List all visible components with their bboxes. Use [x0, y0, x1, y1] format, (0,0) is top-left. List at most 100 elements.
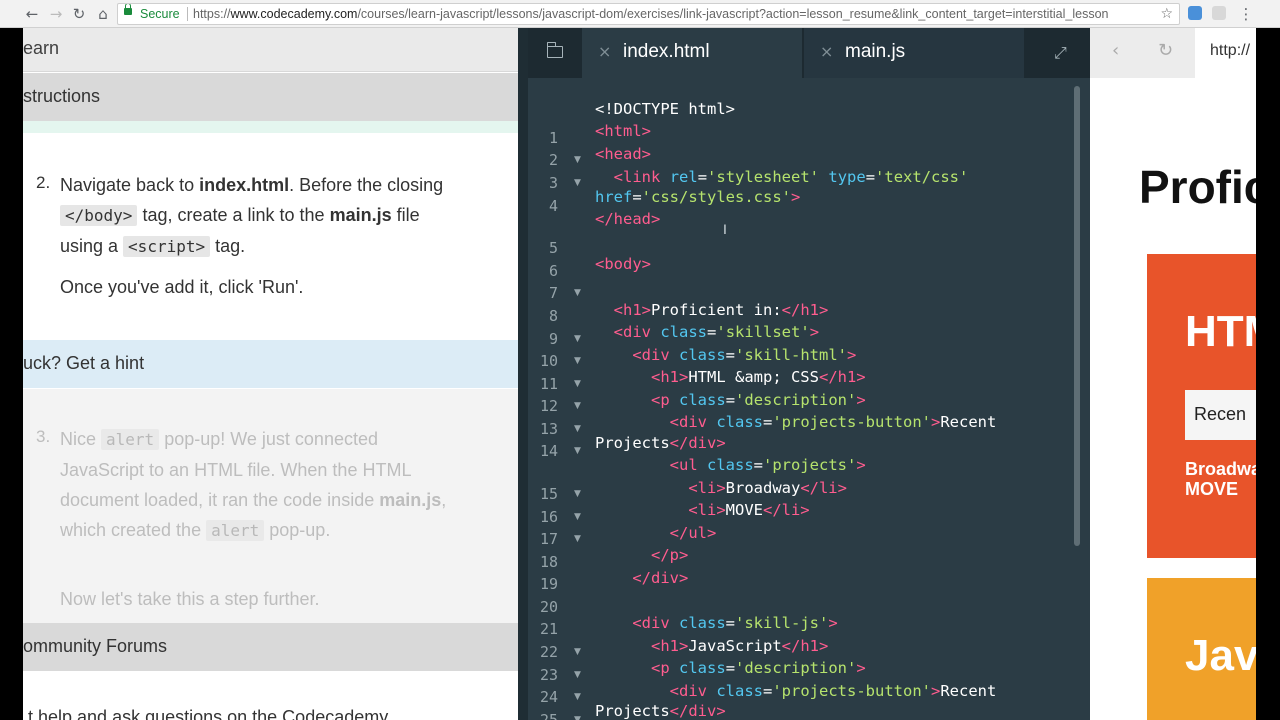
- close-icon[interactable]: ×: [820, 42, 833, 61]
- url-text: https://www.codecademy.com/courses/learn…: [193, 4, 1108, 24]
- code-line: <!DOCTYPE html>: [595, 100, 735, 118]
- reload-icon[interactable]: ↻: [69, 4, 89, 24]
- instructions-label: structions: [23, 86, 101, 106]
- fold-arrow-icon[interactable]: ▼: [574, 642, 581, 662]
- instructions-header[interactable]: structions: [23, 73, 518, 121]
- line-number: 4: [548, 197, 558, 215]
- chevron-left-icon[interactable]: ‹: [1112, 40, 1119, 61]
- card-title: Jav: [1185, 631, 1256, 680]
- fold-arrow-icon[interactable]: ▼: [574, 441, 581, 461]
- learn-label: earn: [23, 38, 60, 58]
- line-number: 17: [539, 530, 558, 548]
- lock-icon: [124, 4, 132, 15]
- fold-arrow-icon[interactable]: ▼: [574, 329, 581, 349]
- editor-border: [518, 28, 528, 720]
- fold-arrow-icon[interactable]: ▼: [574, 665, 581, 685]
- preview-skill-js-card: Jav: [1147, 578, 1256, 720]
- line-number: 9: [548, 330, 558, 348]
- preview-url: http://: [1210, 42, 1251, 59]
- preview-toolbar: ‹ ↻ http://: [1090, 28, 1256, 78]
- arrow-left-icon[interactable]: ←: [22, 4, 42, 24]
- code-line: <div class='projects-button'>Recent: [669, 682, 997, 700]
- fold-arrow-icon[interactable]: ▼: [574, 507, 581, 527]
- lesson-panel: earn structions 2. Navigate back to inde…: [23, 28, 518, 720]
- line-number: 14: [539, 442, 558, 460]
- menu-icon[interactable]: ⋮: [1236, 4, 1256, 24]
- code-line: <html>: [595, 122, 651, 140]
- code-line: <head>: [595, 145, 651, 163]
- step-text: Navigate back to index.html. Before the …: [60, 175, 444, 257]
- extension-icon[interactable]: [1188, 6, 1202, 20]
- editor-tab-bar: × index.html × main.js ⤢: [528, 28, 1090, 78]
- inline-code: alert: [206, 520, 265, 541]
- expand-icon: ⤢: [1054, 43, 1067, 62]
- text-cursor-icon: I: [723, 221, 727, 237]
- fold-arrow-icon[interactable]: ▼: [574, 419, 581, 439]
- line-number: 18: [539, 553, 558, 571]
- fold-arrow-icon[interactable]: ▼: [574, 351, 581, 371]
- line-number: 19: [539, 575, 558, 593]
- code-line: <ul class='projects'>: [669, 456, 866, 474]
- fold-arrow-icon[interactable]: ▼: [574, 173, 581, 193]
- code-line: href='css/styles.css'>: [595, 188, 801, 206]
- code-line: </head>: [595, 210, 661, 228]
- address-bar[interactable]: Secure https://www.codecademy.com/course…: [117, 3, 1180, 25]
- fold-arrow-icon[interactable]: ▼: [574, 484, 581, 504]
- line-number: 1: [548, 129, 558, 147]
- forums-label: ommunity Forums: [23, 636, 168, 656]
- browser-preview: ‹ ↻ http:// Profic HTM Recen Broadwa MOV…: [1090, 28, 1256, 720]
- editor-scrollbar[interactable]: [1074, 86, 1080, 546]
- preview-url-field[interactable]: http://: [1195, 28, 1256, 78]
- bookmark-star-icon[interactable]: ☆: [1160, 4, 1173, 24]
- line-number: 11: [539, 375, 558, 393]
- inline-code: <script>: [123, 236, 211, 257]
- code-line: <div class='skillset'>: [613, 323, 820, 341]
- code-text-area[interactable]: <!DOCTYPE html> <html> <head> <link rel=…: [595, 78, 1070, 720]
- close-icon[interactable]: ×: [598, 42, 611, 61]
- tab-main-js[interactable]: × main.js: [804, 28, 1024, 78]
- inline-code: </body>: [60, 205, 138, 226]
- line-number: 10: [539, 352, 558, 370]
- file-browser-button[interactable]: [528, 28, 582, 78]
- url-divider: [187, 7, 188, 21]
- code-line: <div class='projects-button'>Recent: [669, 413, 997, 431]
- fold-arrow-icon[interactable]: ▼: [574, 150, 581, 170]
- line-number: 23: [539, 666, 558, 684]
- learn-header[interactable]: earn: [23, 28, 518, 72]
- code-line: <h1>HTML &amp; CSS</h1>: [651, 368, 866, 386]
- line-number: 2: [548, 151, 558, 169]
- list-item: Broadwa: [1185, 459, 1256, 479]
- recent-projects-button[interactable]: Recen: [1185, 390, 1256, 440]
- get-hint-button[interactable]: uck? Get a hint: [23, 340, 518, 388]
- fold-arrow-icon[interactable]: ▼: [574, 374, 581, 394]
- code-line: <div class='skill-html'>: [632, 346, 857, 364]
- code-line: </div>: [632, 569, 689, 587]
- fold-arrow-icon[interactable]: ▼: [574, 529, 581, 549]
- line-number: 13: [539, 420, 558, 438]
- step-text: Nice alert pop-up! We just connected Jav…: [60, 429, 447, 541]
- community-forums-header[interactable]: ommunity Forums: [23, 623, 518, 671]
- fold-arrow-icon[interactable]: ▼: [574, 687, 581, 707]
- window-edge: [1256, 28, 1280, 720]
- code-line: <li>MOVE</li>: [688, 501, 810, 519]
- list-item: MOVE: [1185, 479, 1239, 499]
- tab-index-html[interactable]: × index.html: [582, 28, 802, 78]
- fold-arrow-icon[interactable]: ▼: [574, 710, 581, 720]
- code-line: <h1>JavaScript</h1>: [651, 637, 829, 655]
- url-path: /courses/learn-javascript/lessons/javasc…: [357, 7, 1109, 21]
- reload-icon[interactable]: ↻: [1158, 40, 1173, 61]
- extension-icon[interactable]: [1212, 6, 1226, 20]
- secure-label: Secure: [140, 7, 180, 21]
- fold-arrow-icon[interactable]: ▼: [574, 396, 581, 416]
- line-number: 21: [539, 620, 558, 638]
- card-title: HTM: [1185, 307, 1256, 356]
- button-label: Recen: [1194, 404, 1247, 424]
- code-line: <h1>Proficient in:</h1>: [613, 301, 829, 319]
- fold-arrow-icon[interactable]: ▼: [574, 283, 581, 303]
- line-number: 25: [539, 711, 558, 720]
- code-line: <p class='description'>: [651, 391, 866, 409]
- arrow-right-icon[interactable]: →: [46, 4, 66, 24]
- home-icon[interactable]: ⌂: [93, 4, 113, 24]
- fullscreen-button[interactable]: ⤢: [1036, 28, 1090, 78]
- line-number: 3: [548, 174, 558, 192]
